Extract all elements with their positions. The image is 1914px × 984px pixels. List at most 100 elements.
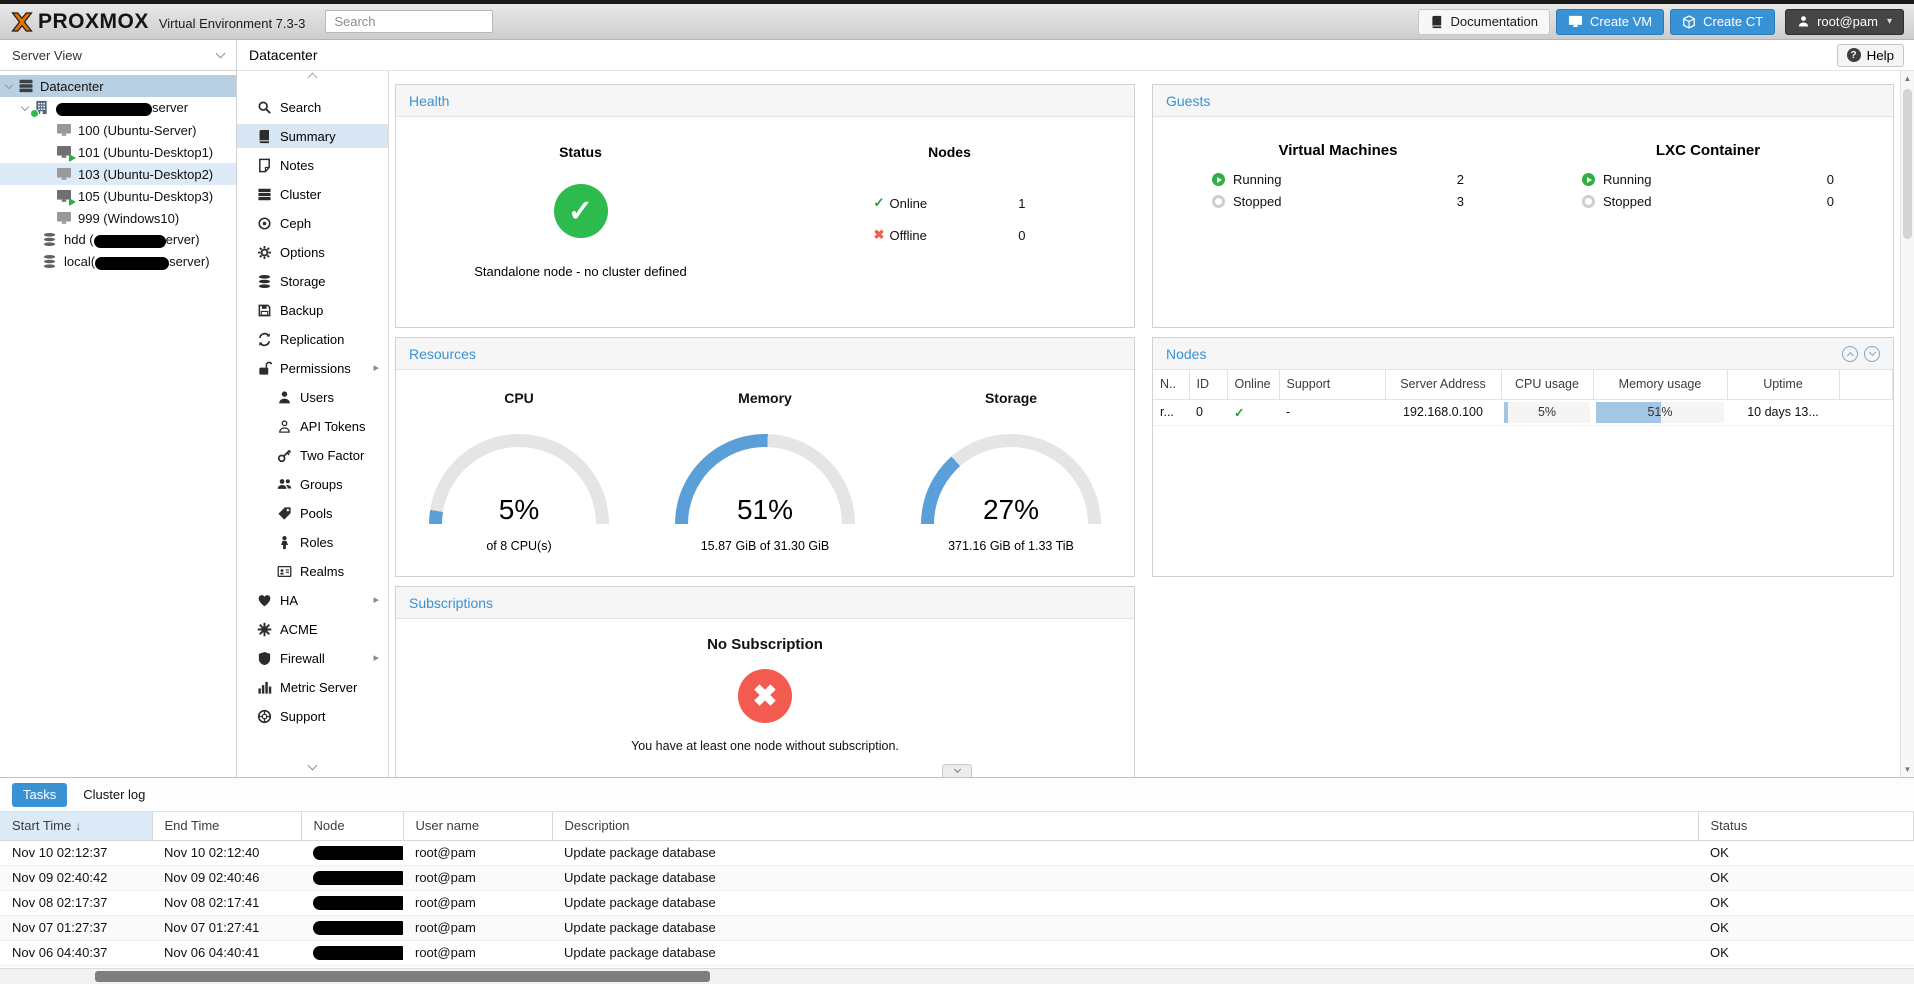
resource-tree: Datacenter server 100 (Ubuntu-Server) 10…: [0, 71, 236, 273]
collapse-down-button[interactable]: [1864, 346, 1880, 362]
menu-item-api-tokens[interactable]: API Tokens: [237, 414, 388, 438]
task-row[interactable]: Nov 06 04:40:37 Nov 06 04:40:41 . root@p…: [0, 940, 1914, 965]
task-row[interactable]: Nov 10 02:12:37 Nov 10 02:12:40 . root@p…: [0, 840, 1914, 865]
menu-item-storage[interactable]: Storage: [237, 269, 388, 293]
column-uptime[interactable]: Uptime: [1727, 370, 1839, 399]
scroll-down-arrow[interactable]: ▼: [1901, 765, 1914, 774]
column-start-time[interactable]: Start Time↓: [0, 812, 152, 840]
column-online[interactable]: Online: [1227, 370, 1279, 399]
tag-icon: [277, 506, 292, 521]
tab-cluster-log[interactable]: Cluster log: [83, 787, 145, 802]
check-icon: ✓: [1234, 406, 1244, 420]
column-name[interactable]: N..: [1153, 370, 1189, 399]
tree-item-storage-hdd[interactable]: hdd (erver): [0, 229, 236, 251]
help-button[interactable]: ? Help: [1837, 44, 1904, 67]
column-memory-usage[interactable]: Memory usage: [1593, 370, 1727, 399]
menu-item-ha[interactable]: HA ▸: [237, 588, 388, 612]
user-cell: root@pam: [403, 915, 552, 940]
menu-item-options[interactable]: Options: [237, 240, 388, 264]
storage-icon: [42, 254, 58, 270]
menu-label: Two Factor: [300, 448, 364, 463]
column-end-time[interactable]: End Time: [152, 812, 301, 840]
tasks-table-header-row: Start Time↓ End Time Node User name Desc…: [0, 812, 1914, 840]
monitor-icon: [1568, 14, 1583, 29]
column-support[interactable]: Support: [1279, 370, 1385, 399]
menu-item-roles[interactable]: Roles: [237, 530, 388, 554]
column-status[interactable]: Status: [1698, 812, 1914, 840]
status-text: Standalone node - no cluster defined: [474, 264, 687, 279]
question-icon: ?: [1847, 48, 1861, 62]
menu-label: Support: [280, 709, 326, 724]
menu-item-groups[interactable]: Groups: [237, 472, 388, 496]
menu-item-support[interactable]: Support: [237, 704, 388, 728]
tree-item-vm-103[interactable]: 103 (Ubuntu-Desktop2): [0, 163, 236, 185]
menu-scroll-up[interactable]: [237, 77, 388, 81]
menu-item-two-factor[interactable]: Two Factor: [237, 443, 388, 467]
gear-icon: [257, 245, 272, 260]
task-row[interactable]: Nov 08 02:17:37 Nov 08 02:17:41 . root@p…: [0, 890, 1914, 915]
expand-caret-icon[interactable]: [5, 80, 13, 88]
users-icon: [277, 390, 292, 405]
documentation-button[interactable]: Documentation: [1418, 9, 1550, 35]
task-row[interactable]: Nov 07 01:27:37 Nov 07 01:27:41 . root@p…: [0, 915, 1914, 940]
search-input[interactable]: [325, 10, 493, 33]
scroll-up-arrow[interactable]: ▲: [1901, 74, 1914, 83]
view-selector[interactable]: Server View: [0, 40, 236, 71]
column-description[interactable]: Description: [552, 812, 1698, 840]
lxc-stopped-row: Stopped 0: [1582, 194, 1834, 209]
menu-item-firewall[interactable]: Firewall ▸: [237, 646, 388, 670]
tree-item-datacenter[interactable]: Datacenter: [0, 75, 236, 97]
create-vm-button[interactable]: Create VM: [1556, 9, 1664, 35]
menu-item-search[interactable]: Search: [237, 95, 388, 119]
horizontal-scrollbar[interactable]: [0, 968, 1914, 984]
expand-caret-icon[interactable]: [21, 102, 29, 110]
menu-scroll-down[interactable]: [237, 765, 388, 769]
bottom-panel-collapse-handle[interactable]: [942, 764, 972, 777]
column-cpu-usage[interactable]: CPU usage: [1501, 370, 1593, 399]
menu-item-backup[interactable]: Backup: [237, 298, 388, 322]
vertical-scrollbar[interactable]: ▲ ▼: [1900, 71, 1914, 777]
documentation-label: Documentation: [1451, 14, 1538, 29]
menu-item-acme[interactable]: ACME: [237, 617, 388, 641]
tree-item-vm-105[interactable]: 105 (Ubuntu-Desktop3): [0, 185, 236, 207]
end-time-cell: Nov 06 04:40:41: [152, 940, 301, 965]
menu-label: Realms: [300, 564, 344, 579]
redacted-node-name: [313, 921, 403, 935]
tree-item-server-node[interactable]: server: [0, 97, 236, 119]
menu-item-replication[interactable]: Replication: [237, 327, 388, 351]
tab-tasks[interactable]: Tasks: [12, 783, 67, 807]
tree-item-vm-101[interactable]: 101 (Ubuntu-Desktop1): [0, 141, 236, 163]
tree-item-vm-999[interactable]: 999 (Windows10): [0, 207, 236, 229]
menu-item-users[interactable]: Users: [237, 385, 388, 409]
column-server-address[interactable]: Server Address: [1385, 370, 1501, 399]
vm-running-row: Running 2: [1212, 172, 1464, 187]
create-ct-button[interactable]: Create CT: [1670, 9, 1775, 35]
proxmox-logo: PROXMOX: [10, 10, 149, 34]
task-row[interactable]: Nov 09 02:40:42 Nov 09 02:40:46 . root@p…: [0, 865, 1914, 890]
menu-item-cluster[interactable]: Cluster: [237, 182, 388, 206]
menu-label: API Tokens: [300, 419, 366, 434]
tree-item-vm-100[interactable]: 100 (Ubuntu-Server): [0, 119, 236, 141]
menu-item-pools[interactable]: Pools: [237, 501, 388, 525]
node-row[interactable]: r... 0 ✓ - 192.168.0.100 5% 51%: [1153, 399, 1893, 425]
column-id[interactable]: ID: [1189, 370, 1227, 399]
panel-title: Guests: [1166, 93, 1210, 109]
menu-item-summary[interactable]: Summary: [237, 124, 388, 148]
scrollbar-thumb[interactable]: [1903, 89, 1912, 239]
cpu-gauge-block: CPU 5% of 8 CPU(s): [404, 390, 634, 553]
user-menu-button[interactable]: root@pam ▾: [1785, 9, 1904, 35]
collapse-up-button[interactable]: [1842, 346, 1858, 362]
redacted-text: [56, 103, 152, 116]
column-user-name[interactable]: User name: [403, 812, 552, 840]
menu-item-realms[interactable]: Realms: [237, 559, 388, 583]
menu-item-notes[interactable]: Notes: [237, 153, 388, 177]
column-node[interactable]: Node: [301, 812, 403, 840]
tree-item-storage-local[interactable]: local(server): [0, 251, 236, 273]
start-time-cell: Nov 07 01:27:37: [0, 915, 152, 940]
status-ok-icon: ✓: [554, 184, 608, 238]
menu-item-permissions[interactable]: Permissions ▸: [237, 356, 388, 380]
scrollbar-thumb[interactable]: [95, 971, 710, 982]
menu-item-ceph[interactable]: Ceph: [237, 211, 388, 235]
memory-usage-value: 51%: [1596, 402, 1724, 423]
menu-item-metric-server[interactable]: Metric Server: [237, 675, 388, 699]
